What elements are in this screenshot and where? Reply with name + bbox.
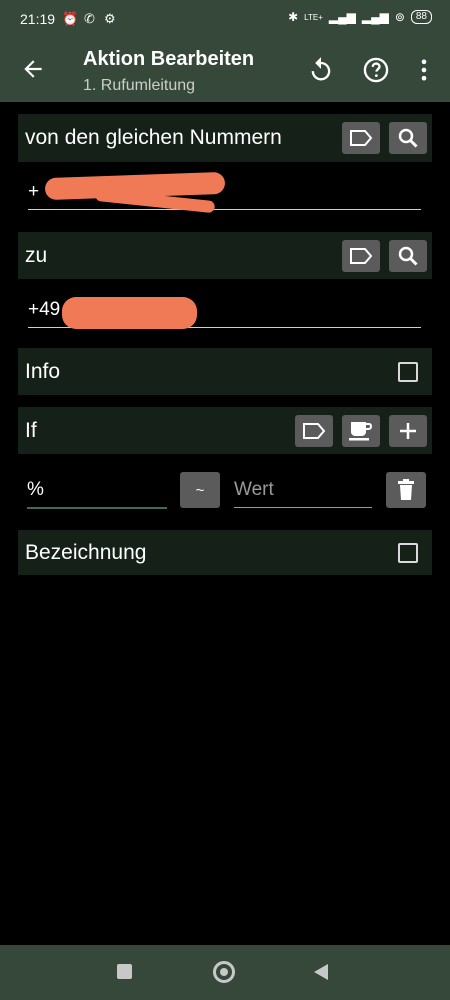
info-row[interactable]: Info — [18, 348, 432, 395]
redaction-mark-3 — [62, 297, 197, 329]
lte-label: LTE+ — [304, 12, 323, 22]
page-title: Aktion Bearbeiten — [83, 48, 255, 70]
tag-icon — [350, 130, 373, 146]
bezeichnung-checkbox[interactable] — [398, 542, 418, 563]
app-bar: Aktion Bearbeiten 1. Rufumleitung — [0, 40, 450, 102]
more-options-icon[interactable] — [410, 56, 438, 84]
coffee-cup-icon — [349, 421, 373, 440]
from-tag-button[interactable] — [342, 122, 380, 154]
info-label: Info — [25, 359, 61, 383]
search-icon — [398, 246, 418, 266]
alarm-icon: ⏰ — [62, 11, 79, 26]
bluetooth-icon: ✱ — [288, 10, 299, 24]
plus-icon — [400, 422, 416, 439]
search-icon — [398, 128, 418, 148]
hotspot-icon: ⊚ — [394, 10, 405, 24]
recents-icon[interactable] — [117, 964, 132, 979]
if-add-button[interactable] — [389, 414, 427, 447]
status-time: 21:19 — [20, 11, 56, 27]
if-tag-button[interactable] — [295, 414, 333, 447]
status-bar: 21:19 ⏰ ✆ ⚙ ✱ LTE+ ▂▄▆ ▂▄▆ ⊚ 88 — [0, 0, 450, 40]
phone-forward-icon: ✆ — [84, 11, 95, 26]
from-numbers-row: von den gleichen Nummern — [18, 114, 432, 162]
condition-value-input[interactable]: Wert — [234, 479, 372, 508]
to-search-button[interactable] — [389, 239, 427, 272]
delete-condition-button[interactable] — [386, 472, 426, 508]
back-arrow-icon[interactable] — [20, 56, 46, 82]
info-checkbox[interactable] — [398, 361, 418, 382]
signal-2-icon: ▂▄▆ — [361, 10, 389, 24]
tag-icon — [350, 247, 373, 264]
home-icon[interactable] — [213, 961, 235, 983]
to-tag-button[interactable] — [342, 239, 380, 272]
system-nav-bar — [0, 945, 450, 1000]
tag-icon — [303, 422, 326, 439]
help-icon[interactable] — [362, 56, 390, 84]
condition-variable-input[interactable]: % — [27, 479, 167, 509]
status-right-icons: ✱ LTE+ ▂▄▆ ▂▄▆ ⊚ 88 — [288, 10, 432, 24]
from-numbers-label: von den gleichen Nummern — [25, 126, 282, 149]
if-coffee-button[interactable] — [342, 414, 380, 447]
settings-gear-icon: ⚙ — [104, 11, 116, 26]
reset-icon[interactable] — [307, 56, 335, 84]
to-row: zu — [18, 232, 432, 279]
back-triangle-icon[interactable] — [312, 962, 330, 982]
bezeichnung-label: Bezeichnung — [25, 540, 147, 564]
operator-label: ~ — [195, 481, 205, 499]
bezeichnung-row[interactable]: Bezeichnung — [18, 530, 432, 575]
battery-icon: 88 — [410, 10, 432, 24]
signal-icon: ▂▄▆ — [328, 10, 356, 24]
trash-icon — [398, 479, 414, 500]
to-label: zu — [25, 243, 48, 267]
from-search-button[interactable] — [389, 122, 427, 154]
value-placeholder: Wert — [234, 479, 274, 500]
if-row: If — [18, 407, 432, 454]
if-label: If — [25, 418, 37, 442]
page-subtitle: 1. Rufumleitung — [83, 77, 196, 94]
condition-operator-button[interactable]: ~ — [180, 472, 220, 508]
